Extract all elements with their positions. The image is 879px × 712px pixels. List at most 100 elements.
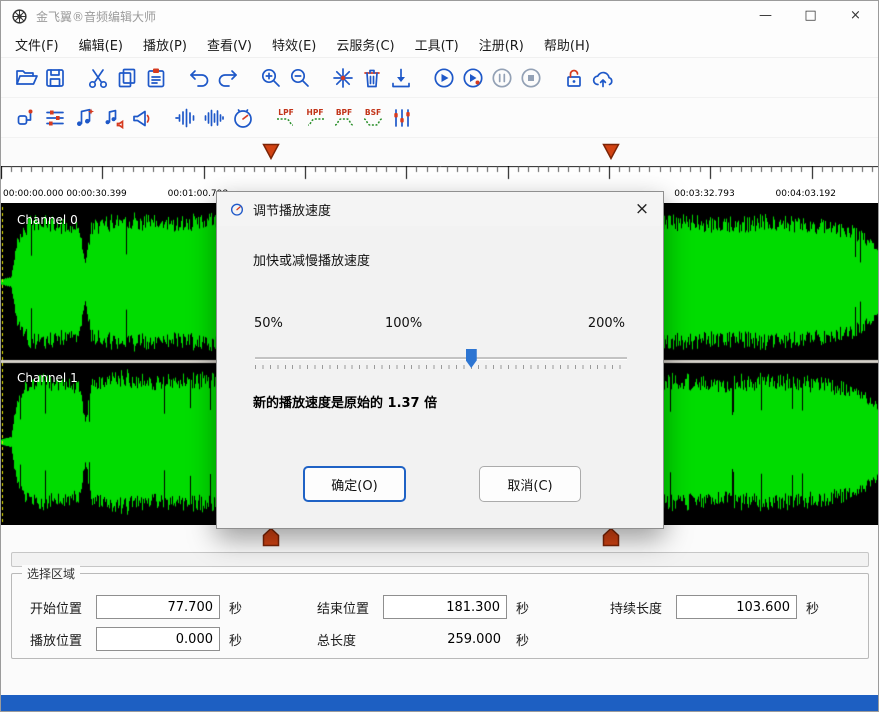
menu-item-6[interactable]: 云服务(C): [326, 32, 404, 57]
start-position-input[interactable]: [96, 595, 220, 619]
start-position-field: 开始位置 秒: [30, 595, 242, 619]
menu-item-1[interactable]: 文件(F): [5, 32, 69, 57]
start-position-unit: 秒: [229, 598, 242, 617]
app-window: 金飞翼®音频编辑大师 — □ × 文件(F)编辑(E)播放(P)查看(V)特效(…: [0, 0, 879, 712]
duration-field: 持续长度 秒: [610, 595, 819, 619]
import-audio-icon[interactable]: [386, 63, 415, 92]
slider-max-label: 200%: [588, 316, 625, 331]
end-position-field: 结束位置 秒: [317, 595, 529, 619]
bsf-filter-icon[interactable]: BSF: [358, 103, 387, 132]
speed-dialog-icon: [229, 201, 245, 217]
redo-icon[interactable]: [213, 63, 242, 92]
lock-icon[interactable]: [559, 63, 588, 92]
special-effects-icon[interactable]: [328, 63, 357, 92]
ruler-label: 00:03:32.793: [674, 189, 734, 199]
menu-item-8[interactable]: 注册(R): [469, 32, 534, 57]
duration-input[interactable]: [676, 595, 797, 619]
channel-0-label: Channel 0: [17, 213, 78, 227]
lpf-filter-icon[interactable]: LPF: [271, 103, 300, 132]
zoom-in-icon[interactable]: [256, 63, 285, 92]
window-title: 金飞翼®音频编辑大师: [36, 8, 156, 25]
end-position-input[interactable]: [383, 595, 507, 619]
hpf-filter-icon[interactable]: HPF: [300, 103, 329, 132]
svg-text:LPF: LPF: [278, 108, 293, 117]
toolbar-main: [1, 58, 878, 98]
recording-device-icon[interactable]: [11, 103, 40, 132]
undo-icon[interactable]: [184, 63, 213, 92]
zoom-out-icon[interactable]: [285, 63, 314, 92]
duration-unit: 秒: [806, 598, 819, 617]
copy-icon[interactable]: [112, 63, 141, 92]
equalizer-icon[interactable]: [387, 103, 416, 132]
marker-strip: [1, 138, 878, 166]
end-position-unit: 秒: [516, 598, 529, 617]
slider-track[interactable]: [255, 357, 627, 360]
dialog-close-button[interactable]: ×: [621, 192, 663, 226]
menu-item-2[interactable]: 编辑(E): [69, 32, 133, 57]
selection-start-marker-bottom[interactable]: [262, 527, 280, 547]
ruler-label: 00:04:03.192: [776, 189, 836, 199]
pause-icon[interactable]: [487, 63, 516, 92]
waveform-zoom-icon[interactable]: [170, 103, 199, 132]
save-file-icon[interactable]: [40, 63, 69, 92]
svg-text:BSF: BSF: [364, 108, 380, 117]
toolbar-effects: LPF HPF BPF BSF: [1, 98, 878, 138]
play-position-field: 播放位置 秒: [30, 627, 242, 651]
slider-ticks: [255, 365, 627, 369]
waveform-view-icon[interactable]: [199, 103, 228, 132]
ok-button[interactable]: 确定(O): [303, 466, 406, 502]
menu-item-9[interactable]: 帮助(H): [534, 32, 600, 57]
delete-icon[interactable]: [357, 63, 386, 92]
close-button[interactable]: ×: [833, 1, 878, 31]
play-position-label: 播放位置: [30, 630, 96, 649]
add-music-icon[interactable]: [69, 103, 98, 132]
menu-item-4[interactable]: 查看(V): [197, 32, 262, 57]
total-length-unit: 秒: [516, 630, 529, 649]
ruler-label: 00:00:30.399: [66, 189, 126, 199]
stop-icon[interactable]: [516, 63, 545, 92]
dialog-description: 加快或减慢播放速度: [253, 250, 370, 269]
slider-mid-label: 100%: [385, 316, 422, 331]
menu-item-3[interactable]: 播放(P): [133, 32, 197, 57]
cut-icon[interactable]: [83, 63, 112, 92]
play-position-input[interactable]: [96, 627, 220, 651]
playback-speed-icon[interactable]: [228, 103, 257, 132]
announcement-icon[interactable]: [127, 103, 156, 132]
speed-dialog: 调节播放速度 × 加快或减慢播放速度 50% 100% 200% 新的播放速度是…: [216, 191, 664, 529]
dialog-titlebar[interactable]: 调节播放速度 ×: [217, 192, 663, 226]
speed-result-text: 新的播放速度是原始的 1.37 倍: [253, 392, 437, 411]
menu-bar: 文件(F)编辑(E)播放(P)查看(V)特效(E)云服务(C)工具(T)注册(R…: [1, 31, 878, 58]
paste-icon[interactable]: [141, 63, 170, 92]
play-icon[interactable]: [429, 63, 458, 92]
ruler-label: 00:00:00.000: [3, 189, 63, 199]
position-scrollbar[interactable]: [11, 552, 869, 567]
status-bar: [1, 695, 878, 711]
selection-end-marker[interactable]: [602, 143, 620, 160]
menu-item-7[interactable]: 工具(T): [405, 32, 469, 57]
slider-min-label: 50%: [254, 316, 283, 331]
app-logo-icon: [11, 8, 28, 25]
duration-label: 持续长度: [610, 598, 676, 617]
speed-slider[interactable]: [255, 348, 627, 374]
play-position-unit: 秒: [229, 630, 242, 649]
cloud-upload-icon[interactable]: [588, 63, 617, 92]
selection-panel: 选择区域 开始位置 秒 结束位置 秒 持续长度 秒 播放位置 秒 总长度 259…: [11, 573, 869, 659]
selection-panel-title: 选择区域: [22, 565, 80, 582]
open-file-icon[interactable]: [11, 63, 40, 92]
minimize-button[interactable]: —: [743, 1, 788, 31]
play-selection-icon[interactable]: [458, 63, 487, 92]
end-position-label: 结束位置: [317, 598, 383, 617]
cancel-button[interactable]: 取消(C): [479, 466, 581, 502]
selection-start-marker[interactable]: [262, 143, 280, 160]
svg-text:HPF: HPF: [306, 108, 323, 117]
titlebar: 金飞翼®音频编辑大师 — □ ×: [1, 1, 878, 31]
start-position-label: 开始位置: [30, 598, 96, 617]
selection-end-marker-bottom[interactable]: [602, 527, 620, 547]
maximize-button[interactable]: □: [788, 1, 833, 31]
audio-effects-settings-icon[interactable]: [40, 103, 69, 132]
channel-1-label: Channel 1: [17, 371, 78, 385]
bpf-filter-icon[interactable]: BPF: [329, 103, 358, 132]
svg-text:BPF: BPF: [335, 108, 351, 117]
menu-item-5[interactable]: 特效(E): [262, 32, 326, 57]
music-export-icon[interactable]: [98, 103, 127, 132]
